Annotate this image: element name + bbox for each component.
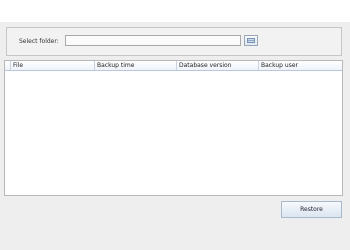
column-header-file[interactable]: File [11,61,95,70]
restore-button[interactable]: Restore [281,201,342,218]
backup-files-grid[interactable]: File Backup time Database version Backup… [4,60,343,196]
column-header-backup-time[interactable]: Backup time [95,61,177,70]
select-folder-label: Select folder: [19,38,59,45]
folder-browse-icon [247,38,255,43]
browse-folder-button[interactable] [244,35,258,46]
folder-path-input[interactable] [65,35,241,46]
grid-header: File Backup time Database version Backup… [5,61,342,71]
select-folder-group: Select folder: [6,27,342,56]
window-top-area [0,0,350,22]
column-header-backup-user[interactable]: Backup user [259,61,342,70]
column-header-database-version[interactable]: Database version [177,61,259,70]
